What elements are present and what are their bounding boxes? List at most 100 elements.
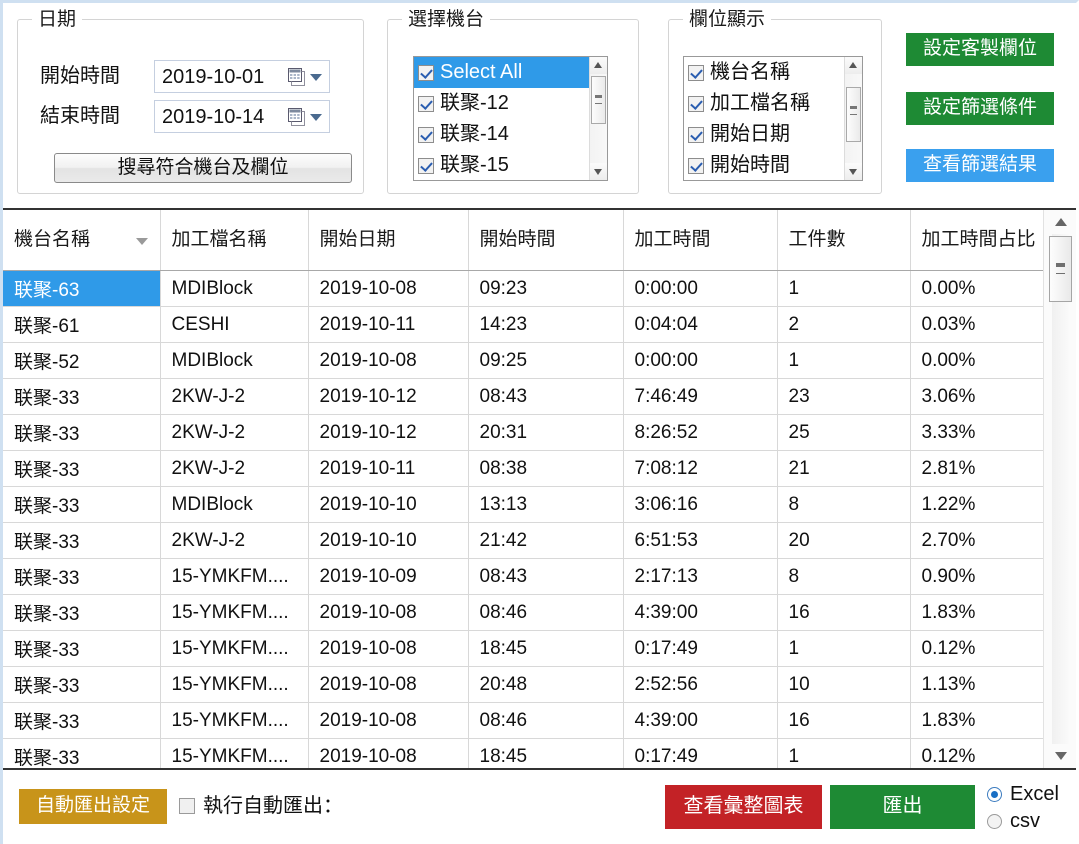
auto-export-settings-button[interactable]: 自動匯出設定 <box>19 789 167 824</box>
scroll-up-icon[interactable] <box>845 57 862 74</box>
table-cell-parts: 1 <box>777 342 911 379</box>
grid-vertical-scrollbar[interactable] <box>1043 210 1076 768</box>
view-summary-chart-button[interactable]: 查看彙整圖表 <box>665 785 822 829</box>
machine-item-select-all[interactable]: Select All <box>414 57 589 88</box>
machine-item-3[interactable]: 联聚-15 <box>414 150 589 180</box>
checkbox-icon[interactable] <box>418 157 434 174</box>
scroll-up-icon[interactable] <box>1048 212 1073 234</box>
format-option-csv[interactable]: csv <box>987 809 1040 833</box>
table-cell-ratio: 0.12% <box>910 738 1043 768</box>
table-cell-program: 15-YMKFM.... <box>160 702 309 739</box>
data-grid-viewport: 機台名稱 加工檔名稱 開始日期 開始時間 加工時間 工件數 加工時間占比 联聚-… <box>3 210 1043 768</box>
table-cell-duration: 7:08:12 <box>623 450 778 487</box>
scrollbar-track[interactable] <box>1052 234 1069 744</box>
field-listbox[interactable]: 機台名稱 加工檔名稱 開始日期 開始時間 <box>683 56 863 181</box>
table-cell-machine: 联聚-33 <box>3 522 161 559</box>
column-header-time-ratio[interactable]: 加工時間占比 <box>910 210 1043 271</box>
table-row[interactable]: 联聚-63 MDIBlock 2019-10-08 09:23 0:00:00 1 0.00… <box>3 270 1043 307</box>
scrollbar-thumb[interactable] <box>1049 236 1072 302</box>
table-row[interactable]: 联聚-33 2KW-J-2 2019-10-11 08:38 7:08:12 21 2.81… <box>3 450 1043 487</box>
table-row[interactable]: 联聚-33 15-YMKFM.... 2019-10-08 08:46 4:39:00 1… <box>3 702 1043 739</box>
checkbox-icon[interactable] <box>418 64 434 81</box>
table-cell-date: 2019-10-11 <box>308 450 469 487</box>
table-cell-date: 2019-10-08 <box>308 630 469 667</box>
table-cell-machine: 联聚-33 <box>3 450 161 487</box>
scrollbar-thumb[interactable] <box>591 76 606 124</box>
auto-export-checkbox[interactable] <box>179 798 195 814</box>
table-cell-ratio: 1.22% <box>910 486 1043 523</box>
table-cell-program: CESHI <box>160 306 309 343</box>
checkbox-icon[interactable] <box>688 126 704 143</box>
scroll-down-icon[interactable] <box>845 163 862 180</box>
auto-export-label: 執行自動匯出： <box>203 795 343 817</box>
scroll-up-icon[interactable] <box>590 57 607 74</box>
machine-item-label: Select All <box>440 61 523 83</box>
format-option-excel[interactable]: Excel <box>987 782 1059 806</box>
table-cell-machine: 联聚-61 <box>3 306 161 343</box>
sort-descending-icon[interactable] <box>135 238 148 245</box>
table-cell-duration: 0:00:00 <box>623 270 778 307</box>
table-cell-ratio: 1.83% <box>910 702 1043 739</box>
table-cell-date: 2019-10-12 <box>308 378 469 415</box>
table-cell-machine: 联聚-33 <box>3 594 161 631</box>
field-item-0[interactable]: 機台名稱 <box>684 57 844 88</box>
set-custom-fields-button[interactable]: 設定客製欄位 <box>906 33 1054 66</box>
field-listbox-scrollbar[interactable] <box>844 57 862 180</box>
machine-item-1[interactable]: 联聚-12 <box>414 88 589 119</box>
table-cell-machine: 联聚-33 <box>3 630 161 667</box>
field-item-1[interactable]: 加工檔名稱 <box>684 88 844 119</box>
column-header-program-name[interactable]: 加工檔名稱 <box>160 210 309 271</box>
table-row[interactable]: 联聚-52 MDIBlock 2019-10-08 09:25 0:00:00 1 0.00… <box>3 342 1043 379</box>
chevron-down-icon[interactable] <box>310 74 322 81</box>
field-item-2[interactable]: 開始日期 <box>684 119 844 150</box>
table-cell-program: 15-YMKFM.... <box>160 594 309 631</box>
table-row[interactable]: 联聚-33 15-YMKFM.... 2019-10-08 08:46 4:39:00 1… <box>3 594 1043 631</box>
chevron-down-icon[interactable] <box>310 114 322 121</box>
field-item-label: 加工檔名稱 <box>710 92 810 114</box>
table-cell-parts: 21 <box>777 450 911 487</box>
table-cell-program: MDIBlock <box>160 342 309 379</box>
radio-icon[interactable] <box>987 786 1002 802</box>
table-row[interactable]: 联聚-33 2KW-J-2 2019-10-12 08:43 7:46:49 23 3.06… <box>3 378 1043 415</box>
end-date-field[interactable]: 2019-10-14 <box>154 100 330 133</box>
column-header-part-count[interactable]: 工件數 <box>777 210 911 271</box>
results-data-grid[interactable]: 機台名稱 加工檔名稱 開始日期 開始時間 加工時間 工件數 加工時間占比 联聚-… <box>3 208 1076 770</box>
checkbox-icon[interactable] <box>418 126 434 143</box>
radio-icon[interactable] <box>987 813 1002 829</box>
column-header-start-time[interactable]: 開始時間 <box>468 210 624 271</box>
checkbox-icon[interactable] <box>418 95 434 112</box>
scroll-down-icon[interactable] <box>1048 744 1073 766</box>
data-grid-header-row: 機台名稱 加工檔名稱 開始日期 開始時間 加工時間 工件數 加工時間占比 <box>3 210 1043 271</box>
checkbox-icon[interactable] <box>688 95 704 112</box>
table-row[interactable]: 联聚-61 CESHI 2019-10-11 14:23 0:04:04 2 0.03% <box>3 306 1043 343</box>
column-header-start-date[interactable]: 開始日期 <box>308 210 469 271</box>
machine-listbox[interactable]: Select All 联聚-12 联聚-14 联聚-15 <box>413 56 608 181</box>
search-button[interactable]: 搜尋符合機台及欄位 <box>54 153 352 183</box>
table-cell-date: 2019-10-09 <box>308 558 469 595</box>
machine-listbox-scrollbar[interactable] <box>589 57 607 180</box>
table-row[interactable]: 联聚-33 2KW-J-2 2019-10-10 21:42 6:51:53 20 2.70… <box>3 522 1043 559</box>
column-header-machining-time[interactable]: 加工時間 <box>623 210 778 271</box>
column-header-machine-name[interactable]: 機台名稱 <box>3 210 161 271</box>
table-row[interactable]: 联聚-33 15-YMKFM.... 2019-10-08 20:48 2:52:56 1… <box>3 666 1043 703</box>
set-filter-conditions-button[interactable]: 設定篩選條件 <box>906 92 1054 125</box>
view-filter-results-button[interactable]: 查看篩選結果 <box>906 149 1054 182</box>
checkbox-icon[interactable] <box>688 157 704 174</box>
table-row[interactable]: 联聚-33 15-YMKFM.... 2019-10-08 18:45 0:17:49 1… <box>3 738 1043 768</box>
field-item-3[interactable]: 開始時間 <box>684 150 844 180</box>
machine-item-label: 联聚-14 <box>440 123 509 145</box>
scroll-down-icon[interactable] <box>590 163 607 180</box>
scrollbar-thumb[interactable] <box>846 87 861 142</box>
table-cell-time: 14:23 <box>468 306 624 343</box>
table-row[interactable]: 联聚-33 2KW-J-2 2019-10-12 20:31 8:26:52 25 3.33… <box>3 414 1043 451</box>
table-cell-parts: 23 <box>777 378 911 415</box>
table-row[interactable]: 联聚-33 MDIBlock 2019-10-10 13:13 3:06:16 8 1.22… <box>3 486 1043 523</box>
export-button[interactable]: 匯出 <box>830 785 975 829</box>
checkbox-icon[interactable] <box>688 64 704 81</box>
table-cell-date: 2019-10-12 <box>308 414 469 451</box>
table-row[interactable]: 联聚-33 15-YMKFM.... 2019-10-09 08:43 2:17:13 8… <box>3 558 1043 595</box>
machine-item-2[interactable]: 联聚-14 <box>414 119 589 150</box>
table-row[interactable]: 联聚-33 15-YMKFM.... 2019-10-08 18:45 0:17:49 1… <box>3 630 1043 667</box>
table-cell-date: 2019-10-10 <box>308 486 469 523</box>
start-date-field[interactable]: 2019-10-01 <box>154 60 330 93</box>
